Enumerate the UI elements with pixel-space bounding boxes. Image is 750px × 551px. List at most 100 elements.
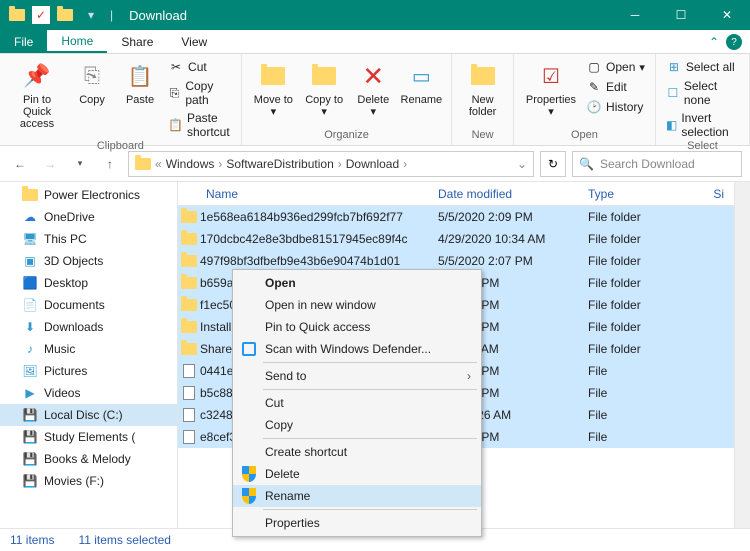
- new-folder-button[interactable]: New folder: [460, 58, 505, 120]
- ctx-scan-defender[interactable]: Scan with Windows Defender...: [233, 338, 481, 360]
- sidebar-item[interactable]: 🖥This PC: [0, 228, 177, 250]
- rename-button[interactable]: ▭Rename: [399, 58, 443, 108]
- ctx-send-to[interactable]: Send to›: [233, 365, 481, 387]
- qat-checkbox-icon[interactable]: ✓: [32, 6, 50, 24]
- move-to-button[interactable]: Move to ▾: [250, 58, 297, 120]
- tab-home[interactable]: Home: [47, 30, 107, 53]
- ribbon-collapse-icon[interactable]: ⌃: [702, 30, 726, 53]
- ctx-pin-quick-access[interactable]: Pin to Quick access: [233, 316, 481, 338]
- history-button[interactable]: 🕑History: [584, 98, 647, 116]
- invert-selection-button[interactable]: ◧Invert selection: [664, 110, 741, 140]
- ctx-open[interactable]: Open: [233, 272, 481, 294]
- col-type[interactable]: Type: [588, 187, 688, 201]
- search-input[interactable]: 🔍 Search Download: [572, 151, 742, 177]
- select-none-button[interactable]: ☐Select none: [664, 78, 741, 108]
- qat-folder-icon[interactable]: [54, 4, 76, 26]
- status-count: 11 items: [10, 533, 54, 547]
- sidebar: Power Electronics ☁OneDrive🖥This PC▣3D Ob…: [0, 182, 178, 528]
- file-type: File: [588, 430, 688, 444]
- sidebar-item-label: Documents: [44, 298, 105, 312]
- ctx-copy[interactable]: Copy: [233, 414, 481, 436]
- file-type: File: [588, 386, 688, 400]
- disk-icon: 💾: [22, 407, 38, 423]
- delete-button[interactable]: ✕Delete ▾: [351, 58, 395, 120]
- sidebar-item[interactable]: ☁OneDrive: [0, 206, 177, 228]
- file-icon: [178, 364, 200, 378]
- col-date[interactable]: Date modified: [438, 187, 588, 201]
- file-icon: [178, 408, 200, 422]
- ribbon: 📌Pin to Quick access ⎘Copy 📋Paste ✂Cut ⎘…: [0, 54, 750, 146]
- defender-shield-icon: [241, 341, 257, 357]
- vertical-scrollbar[interactable]: [734, 182, 750, 528]
- column-header: Name Date modified Type Si: [178, 182, 734, 206]
- edit-button[interactable]: ✎Edit: [584, 78, 647, 96]
- sidebar-item[interactable]: 🖼Pictures: [0, 360, 177, 382]
- pc-icon: 🖥: [22, 231, 38, 247]
- folder-icon: [178, 211, 200, 223]
- breadcrumb-windows[interactable]: Windows: [166, 157, 215, 171]
- breadcrumb-softwaredistribution[interactable]: SoftwareDistribution: [226, 157, 333, 171]
- shield-icon: [241, 466, 257, 482]
- ctx-open-new-window[interactable]: Open in new window: [233, 294, 481, 316]
- sidebar-item-label: Downloads: [44, 320, 103, 334]
- refresh-button[interactable]: ↻: [540, 151, 566, 177]
- sidebar-item[interactable]: ▣3D Objects: [0, 250, 177, 272]
- table-row[interactable]: 170dcbc42e8e3bdbe81517945ec89f4c4/29/202…: [178, 228, 734, 250]
- ctx-properties[interactable]: Properties: [233, 512, 481, 534]
- tab-view[interactable]: View: [167, 30, 221, 53]
- ctx-create-shortcut[interactable]: Create shortcut: [233, 441, 481, 463]
- recent-dropdown-icon[interactable]: ▾: [68, 152, 92, 176]
- 3d-icon: ▣: [22, 253, 38, 269]
- sidebar-item-label: Power Electronics: [44, 188, 140, 202]
- help-icon[interactable]: ?: [726, 34, 742, 50]
- ctx-cut[interactable]: Cut: [233, 392, 481, 414]
- copy-button[interactable]: ⎘Copy: [70, 58, 114, 108]
- copy-path-button[interactable]: ⎘Copy path: [166, 78, 233, 108]
- forward-button[interactable]: →: [38, 152, 62, 176]
- col-size[interactable]: Si: [688, 187, 734, 201]
- copy-to-button[interactable]: Copy to ▾: [301, 58, 347, 120]
- sidebar-item[interactable]: 📄Documents: [0, 294, 177, 316]
- ctx-rename[interactable]: Rename: [233, 485, 481, 507]
- sidebar-item[interactable]: ♪Music: [0, 338, 177, 360]
- folder-icon: [178, 277, 200, 289]
- sidebar-item-label: Videos: [44, 386, 80, 400]
- file-type: File folder: [588, 276, 688, 290]
- sidebar-item[interactable]: 💾Movies (F:): [0, 470, 177, 492]
- sidebar-item-label: Desktop: [44, 276, 88, 290]
- sidebar-item[interactable]: 🟦Desktop: [0, 272, 177, 294]
- table-row[interactable]: 1e568ea6184b936ed299fcb7bf692f775/5/2020…: [178, 206, 734, 228]
- sidebar-item[interactable]: 💾Books & Melody: [0, 448, 177, 470]
- maximize-button[interactable]: ☐: [658, 0, 704, 30]
- pin-quick-access-button[interactable]: 📌Pin to Quick access: [8, 58, 66, 132]
- tab-share[interactable]: Share: [107, 30, 167, 53]
- minimize-button[interactable]: ─: [612, 0, 658, 30]
- back-button[interactable]: ←: [8, 152, 32, 176]
- close-button[interactable]: ✕: [704, 0, 750, 30]
- sidebar-item-label: Pictures: [44, 364, 87, 378]
- sidebar-item[interactable]: ▶Videos: [0, 382, 177, 404]
- paste-shortcut-button[interactable]: 📋Paste shortcut: [166, 110, 233, 140]
- shield-icon: [241, 488, 257, 504]
- cut-button[interactable]: ✂Cut: [166, 58, 233, 76]
- file-type: File folder: [588, 342, 688, 356]
- breadcrumb-download[interactable]: Download: [346, 157, 399, 171]
- sidebar-item[interactable]: ⬇Downloads: [0, 316, 177, 338]
- open-button[interactable]: ▢Open ▾: [584, 58, 647, 76]
- group-new-label: New: [460, 129, 505, 141]
- file-name: 497f98bf3dfbefb9e43b6e90474b1d01: [200, 254, 438, 268]
- file-type: File: [588, 408, 688, 422]
- sidebar-item[interactable]: 💾Study Elements (: [0, 426, 177, 448]
- file-name: 1e568ea6184b936ed299fcb7bf692f77: [200, 210, 438, 224]
- address-bar[interactable]: « Windows› SoftwareDistribution› Downloa…: [128, 151, 534, 177]
- sidebar-item[interactable]: Power Electronics: [0, 184, 177, 206]
- properties-button[interactable]: ☑Properties ▾: [522, 58, 580, 120]
- qat-dropdown-icon[interactable]: ▾: [80, 4, 102, 26]
- paste-button[interactable]: 📋Paste: [118, 58, 162, 108]
- up-button[interactable]: ↑: [98, 152, 122, 176]
- sidebar-item[interactable]: 💾Local Disc (C:): [0, 404, 177, 426]
- ctx-delete[interactable]: Delete: [233, 463, 481, 485]
- select-all-button[interactable]: ⊞Select all: [664, 58, 741, 76]
- col-name[interactable]: Name: [178, 187, 438, 201]
- tab-file[interactable]: File: [0, 30, 47, 53]
